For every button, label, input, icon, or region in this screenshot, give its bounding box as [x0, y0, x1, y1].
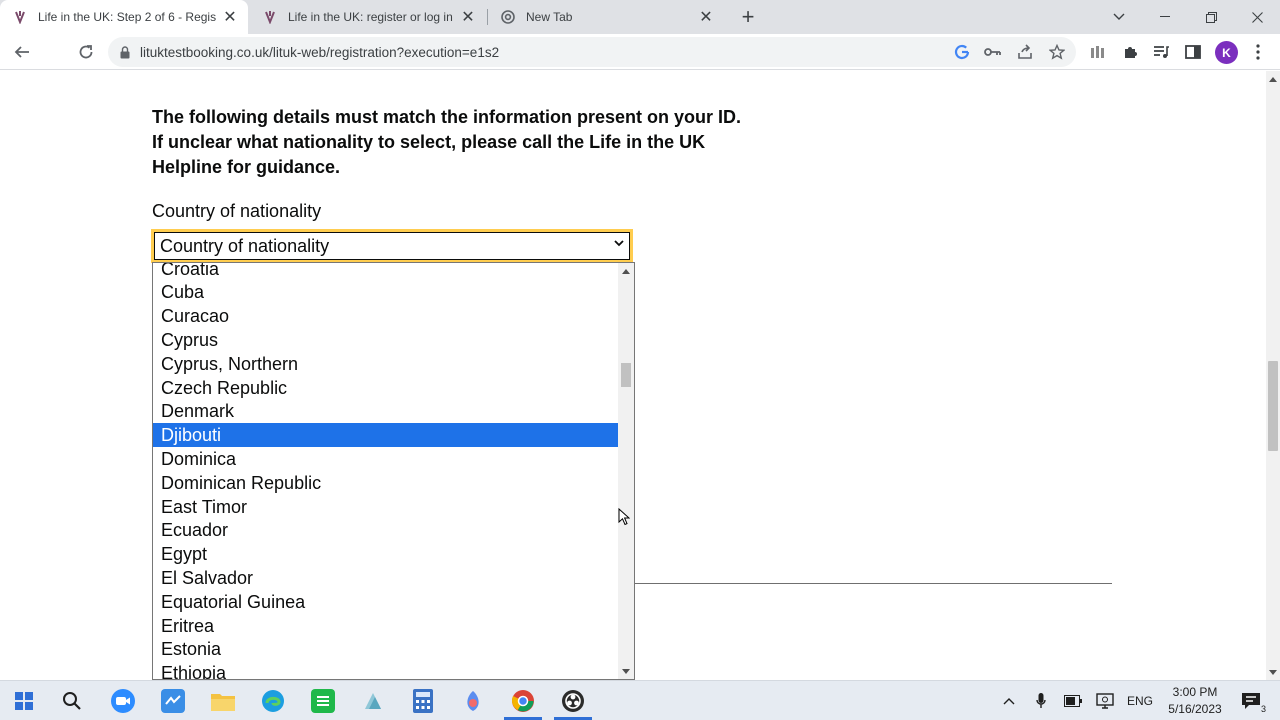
- option-el-salvador[interactable]: El Salvador: [153, 566, 618, 590]
- tab-new-tab[interactable]: New Tab ✕: [488, 0, 724, 34]
- battery-icon[interactable]: [1063, 691, 1083, 711]
- lituk-favicon-icon: [262, 9, 278, 25]
- tab-lituk-step2[interactable]: Life in the UK: Step 2 of 6 - Regis ✕: [0, 0, 248, 34]
- nationality-label: Country of nationality: [152, 201, 322, 221]
- lock-icon[interactable]: [120, 45, 130, 59]
- option-estonia[interactable]: Estonia: [153, 637, 618, 661]
- close-tab-icon[interactable]: ✕: [458, 7, 478, 27]
- search-icon[interactable]: [60, 689, 84, 713]
- option-equatorial-guinea[interactable]: Equatorial Guinea: [153, 590, 618, 614]
- mouse-cursor-icon: [618, 508, 630, 526]
- page-scroll-thumb[interactable]: [1268, 361, 1278, 451]
- close-tab-icon[interactable]: ✕: [220, 7, 240, 27]
- tab-title: Life in the UK: register or log in: [288, 10, 453, 24]
- restore-icon[interactable]: [1188, 0, 1234, 34]
- page-scrollbar[interactable]: [1266, 71, 1280, 680]
- chrome-menu-icon[interactable]: [1248, 42, 1268, 62]
- browser-toolbar: lituktestbooking.co.uk/lituk-web/registr…: [0, 34, 1280, 70]
- windows-start-icon[interactable]: [12, 689, 36, 713]
- zoom-app-icon[interactable]: [111, 689, 135, 713]
- share-icon[interactable]: [1016, 43, 1034, 61]
- obs-app-icon[interactable]: [561, 689, 585, 713]
- option-czech-republic[interactable]: Czech Republic: [153, 376, 618, 400]
- paint-app-icon[interactable]: [461, 689, 485, 713]
- side-panel-icon[interactable]: [1183, 42, 1203, 62]
- option-dominican-republic[interactable]: Dominican Republic: [153, 471, 618, 495]
- scroll-up-arrow-icon[interactable]: [622, 267, 630, 275]
- dropdown-scroll-thumb[interactable]: [621, 363, 631, 387]
- language-indicator[interactable]: ENG: [1127, 691, 1153, 711]
- select-value: Country of nationality: [160, 235, 330, 256]
- url-text: lituktestbooking.co.uk/lituk-web/registr…: [140, 44, 500, 60]
- notification-count: 3: [1260, 704, 1266, 714]
- dropdown-scrollbar[interactable]: [618, 263, 634, 679]
- nationality-dropdown-list[interactable]: Croatia Cuba Curacao Cyprus Cyprus, Nort…: [152, 262, 635, 680]
- option-dominica[interactable]: Dominica: [153, 447, 618, 471]
- nationality-select[interactable]: Country of nationality: [151, 229, 633, 263]
- tab-lituk-register[interactable]: Life in the UK: register or log in ✕: [250, 0, 486, 34]
- minimize-icon[interactable]: [1142, 0, 1188, 34]
- option-egypt[interactable]: Egypt: [153, 542, 618, 566]
- notice-line: The following details must match the inf…: [152, 107, 742, 127]
- profile-avatar[interactable]: K: [1215, 41, 1238, 64]
- extensions-puzzle-icon[interactable]: [1120, 42, 1140, 62]
- reload-icon[interactable]: [72, 38, 100, 66]
- notifications-icon[interactable]: 3: [1238, 691, 1266, 714]
- option-eritrea[interactable]: Eritrea: [153, 614, 618, 638]
- microphone-icon[interactable]: [1031, 691, 1051, 711]
- page-content: The following details must match the inf…: [0, 71, 1266, 680]
- bookmark-star-icon[interactable]: [1048, 43, 1066, 61]
- whiteboard-app-icon[interactable]: [161, 689, 185, 713]
- tab-title: Life in the UK: Step 2 of 6 - Regis: [38, 10, 217, 24]
- chrome-icon: [500, 9, 516, 25]
- clock-date: 5/16/2023: [1168, 702, 1222, 716]
- extension-bars-icon[interactable]: [1088, 42, 1108, 62]
- app-icon[interactable]: [361, 689, 385, 713]
- close-tab-icon[interactable]: ✕: [696, 7, 716, 27]
- option-croatia[interactable]: Croatia: [153, 263, 618, 281]
- new-tab-plus-icon[interactable]: +: [736, 4, 760, 29]
- option-ethiopia[interactable]: Ethiopia: [153, 661, 618, 679]
- tray-overflow-chevron-icon[interactable]: [999, 691, 1019, 711]
- clock-time: 3:00 PM: [1172, 685, 1218, 699]
- notice-line: If unclear what nationality to select, p…: [152, 132, 706, 152]
- tab-strip: Life in the UK: Step 2 of 6 - Regis ✕ Li…: [0, 0, 1280, 34]
- back-arrow-icon[interactable]: [8, 38, 36, 66]
- scroll-down-arrow-icon[interactable]: [622, 667, 630, 675]
- chrome-taskbar-icon[interactable]: [511, 689, 535, 713]
- windows-taskbar: ENG 3:00 PM 5/16/2023 3: [0, 680, 1280, 720]
- option-cuba[interactable]: Cuba: [153, 280, 618, 304]
- option-djibouti-highlighted[interactable]: Djibouti: [153, 423, 618, 447]
- page-scroll-up-icon[interactable]: [1269, 75, 1277, 83]
- option-curacao[interactable]: Curacao: [153, 304, 618, 328]
- chevron-down-icon: [614, 240, 624, 247]
- section-divider: [634, 583, 1112, 584]
- option-cyprus-northern[interactable]: Cyprus, Northern: [153, 352, 618, 376]
- key-icon[interactable]: [984, 43, 1002, 61]
- google-translate-icon[interactable]: [953, 43, 971, 61]
- system-clock[interactable]: 3:00 PM 5/16/2023: [1160, 684, 1230, 718]
- lituk-favicon-icon: [12, 9, 28, 25]
- address-bar[interactable]: lituktestbooking.co.uk/lituk-web/registr…: [108, 37, 1076, 67]
- id-match-notice: The following details must match the inf…: [152, 105, 792, 180]
- option-east-timor[interactable]: East Timor: [153, 495, 618, 519]
- tab-title: New Tab: [526, 10, 573, 24]
- spreadsheet-app-icon[interactable]: [311, 689, 335, 713]
- page-scroll-down-icon[interactable]: [1269, 668, 1277, 676]
- option-denmark[interactable]: Denmark: [153, 399, 618, 423]
- calculator-icon[interactable]: [411, 689, 435, 713]
- file-explorer-icon[interactable]: [211, 689, 235, 713]
- media-queue-icon[interactable]: [1151, 42, 1171, 62]
- tab-search-chevron-icon[interactable]: [1096, 0, 1142, 34]
- close-window-icon[interactable]: [1234, 0, 1280, 34]
- option-cyprus[interactable]: Cyprus: [153, 328, 618, 352]
- edge-browser-icon[interactable]: [261, 689, 285, 713]
- network-icon[interactable]: [1095, 691, 1115, 711]
- notice-line: Helpline for guidance.: [152, 157, 341, 177]
- option-ecuador[interactable]: Ecuador: [153, 518, 618, 542]
